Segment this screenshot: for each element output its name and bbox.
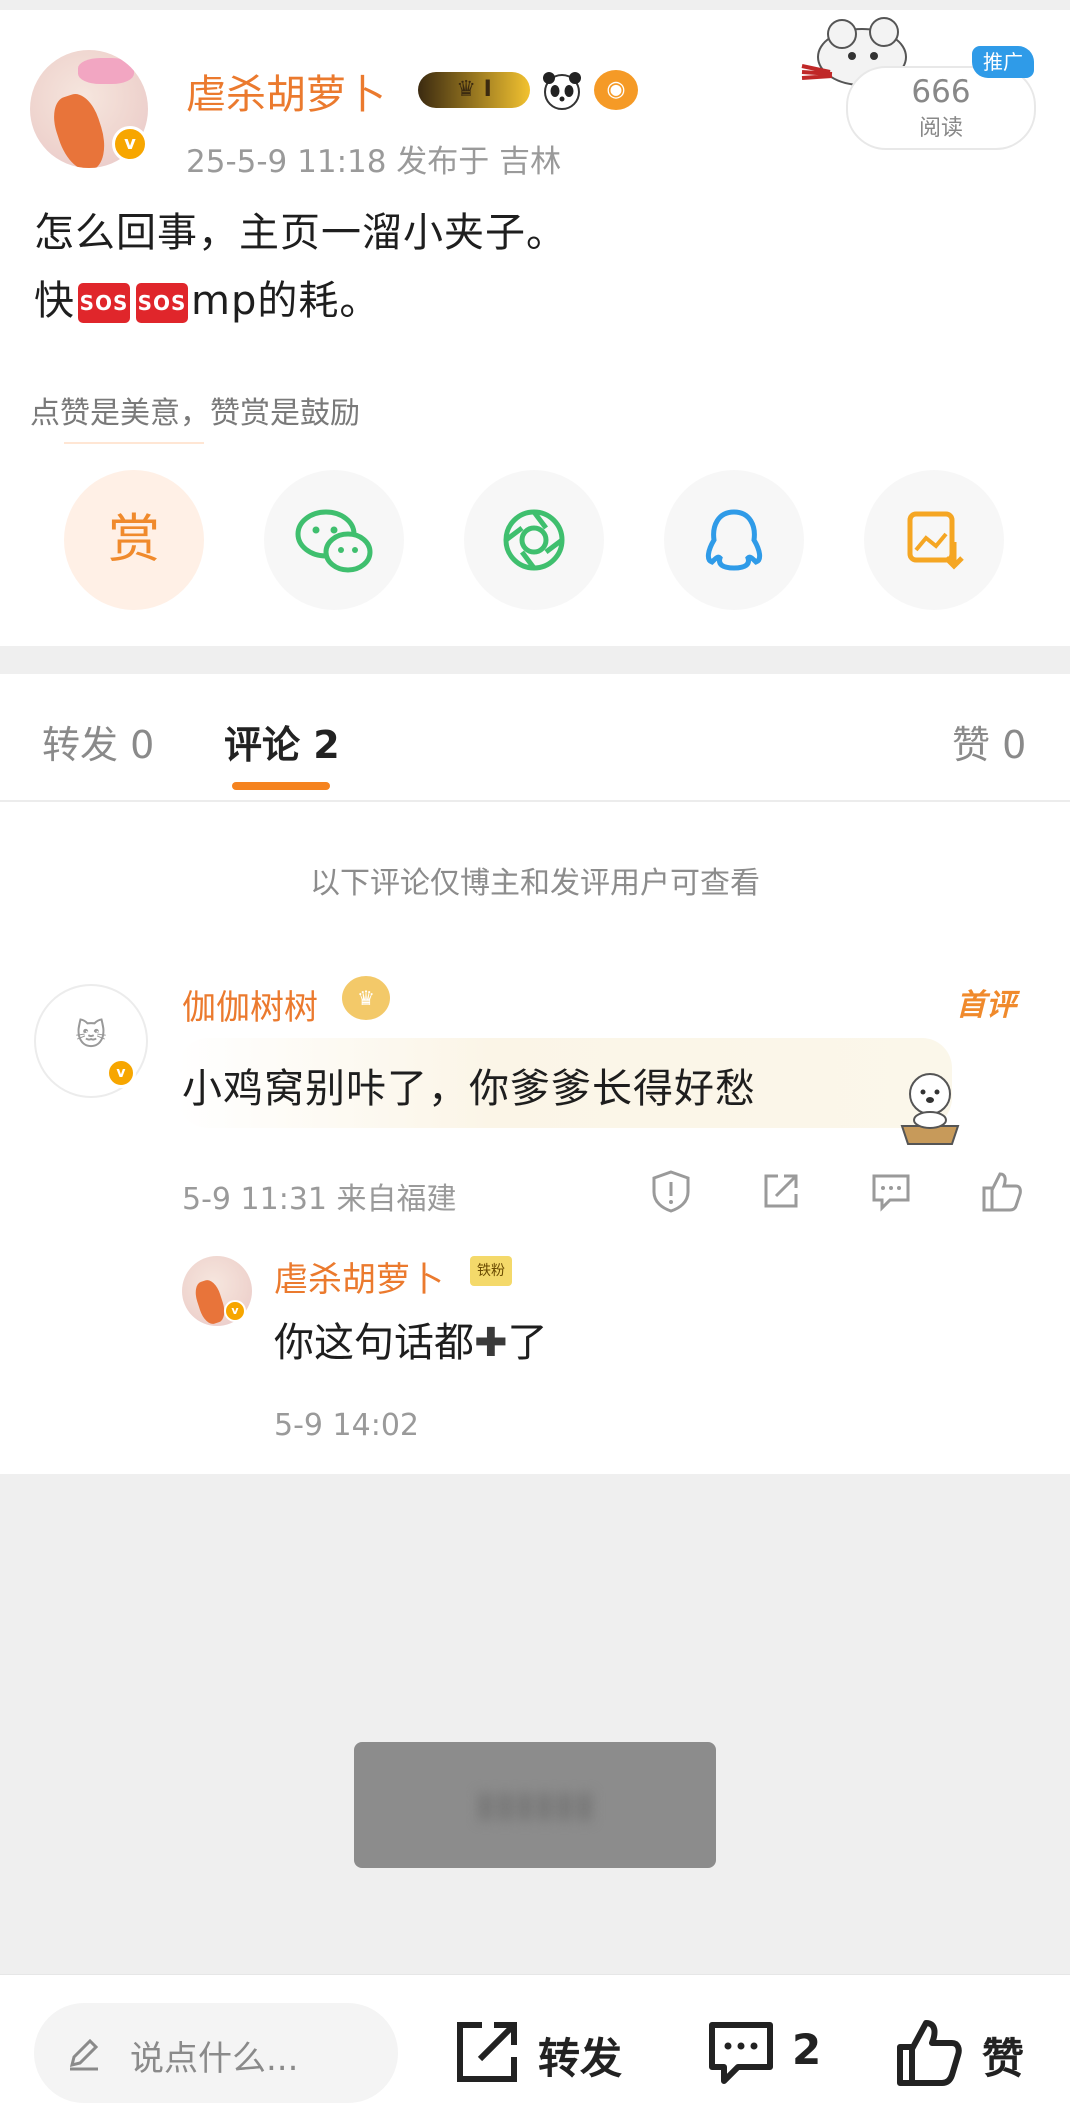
verified-icon: v: [224, 1300, 246, 1322]
crown-level-badge[interactable]: ♛ I: [418, 72, 530, 108]
repost-button-label[interactable]: 转发: [538, 2025, 622, 2086]
sos-icon: SOS: [136, 283, 188, 323]
qq-icon: [705, 509, 763, 571]
tab-active-indicator: [232, 782, 330, 790]
verified-icon: v: [112, 126, 148, 162]
carrot-image: [47, 89, 113, 168]
comment-meta: 5-9 11:31 来自福建: [182, 1182, 457, 1217]
verified-icon: v: [106, 1058, 136, 1088]
tab-comment[interactable]: 评论 2: [224, 714, 340, 769]
reply-icon[interactable]: [868, 1168, 914, 1214]
bottom-action-bar: 说点什么... 转发 2 赞: [0, 1974, 1070, 2124]
post-card: v 虐杀胡萝卜 ♛ I ◉ 25-5-9 11:18 发布于 吉林 666 阅读…: [0, 10, 1070, 646]
reply-author-name[interactable]: 虐杀胡萝卜: [274, 1252, 444, 1301]
save-image-icon: [907, 511, 964, 570]
blurred-text: ▮▮▮▮▮▮: [475, 1784, 595, 1825]
iron-fan-badge[interactable]: 铁粉: [470, 1256, 512, 1286]
author-name[interactable]: 虐杀胡萝卜: [186, 62, 386, 120]
tab-like[interactable]: 赞 0: [952, 714, 1026, 769]
like-icon[interactable]: [892, 2015, 966, 2089]
comment-input-placeholder: 说点什么...: [130, 2039, 299, 2079]
reward-button[interactable]: 赏: [64, 470, 204, 610]
first-comment-tag: 首评: [956, 988, 1016, 1023]
tab-divider: [0, 800, 1070, 802]
like-icon[interactable]: [978, 1168, 1024, 1214]
comment-text: 小鸡窝别咔了，你爹爹长得好愁: [182, 1066, 756, 1112]
promo-tag[interactable]: 推广: [972, 46, 1034, 78]
share-wechat-button[interactable]: [264, 470, 404, 610]
reward-hint: 点赞是美意，赞赏是鼓励: [30, 396, 360, 431]
bow-decoration: [78, 58, 134, 84]
wechat-icon: [295, 509, 373, 573]
reply-meta: 5-9 14:02: [274, 1408, 419, 1443]
share-moments-button[interactable]: [464, 470, 604, 610]
comment-count[interactable]: 2: [792, 2025, 821, 2074]
moments-icon: [503, 509, 565, 571]
reply-text: 你这句话都✚了: [274, 1320, 548, 1366]
sos-icon: SOS: [78, 283, 130, 323]
cat-icon: 🐱: [75, 1018, 107, 1053]
read-count: 666: [911, 74, 971, 110]
post-text-line-2: 快 SOS SOS mp的耗。: [34, 278, 381, 324]
commenter-name[interactable]: 伽伽树树: [182, 980, 318, 1029]
pencil-icon: [69, 2038, 99, 2071]
tab-repost[interactable]: 转发 0: [42, 714, 154, 769]
carrot-image: [191, 1277, 229, 1326]
comments-card: 转发 0 评论 2 赞 0 以下评论仅博主和发评用户可查看 🐱 v 伽伽树树 ♛…: [0, 674, 1070, 1474]
comment-visibility-notice: 以下评论仅博主和发评用户可查看: [310, 866, 760, 901]
read-count-box[interactable]: 666 阅读: [846, 66, 1036, 150]
dog-sticker-icon: [900, 1073, 960, 1145]
share-qq-button[interactable]: [664, 470, 804, 610]
crown-icon: ♛: [456, 77, 484, 102]
fish-icon[interactable]: ◉: [594, 70, 638, 110]
comment-input[interactable]: 说点什么...: [34, 2003, 398, 2103]
read-label: 阅读: [918, 116, 963, 141]
report-icon[interactable]: [648, 1168, 694, 1214]
comment-icon[interactable]: [704, 2015, 778, 2089]
save-image-button[interactable]: [864, 470, 1004, 610]
like-button-label[interactable]: 赞: [982, 2025, 1024, 2086]
plus-icon: ✚: [474, 1320, 508, 1366]
fan-badge-icon[interactable]: ♛: [342, 976, 390, 1020]
post-text-line-1: 怎么回事，主页一溜小夹子。: [34, 210, 567, 256]
hint-divider: [64, 442, 204, 444]
post-meta: 25-5-9 11:18 发布于 吉林: [186, 144, 562, 180]
blurred-button[interactable]: ▮▮▮▮▮▮: [354, 1742, 716, 1868]
repost-icon[interactable]: [452, 2017, 522, 2087]
panda-icon[interactable]: [540, 68, 584, 112]
share-icon[interactable]: [758, 1168, 804, 1214]
